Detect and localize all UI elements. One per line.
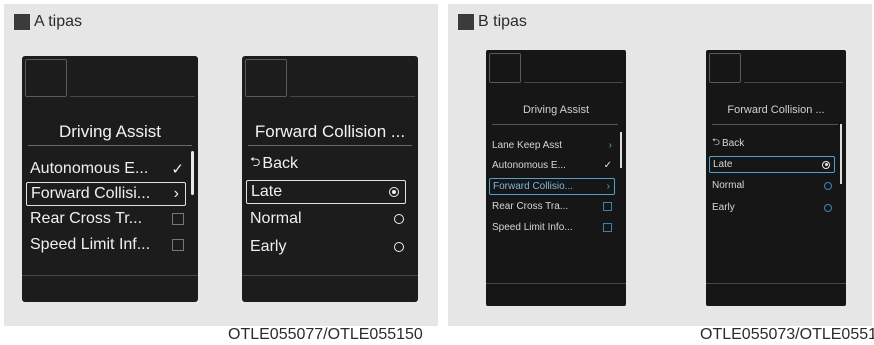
type-label-a: A tipas [14,11,82,33]
option-label: Normal [250,210,302,227]
menu-item-label: Rear Cross Tr... [30,210,143,227]
checkbox-unchecked-icon[interactable] [603,202,612,211]
menu-item-forward-collision[interactable]: Forward Collisio... › [489,178,615,195]
figure-code-b: OTLE055073/OTLE05515 [700,326,874,343]
option-early[interactable]: Early [250,236,404,258]
type-label-text: A tipas [34,13,83,30]
radio-unselected-icon[interactable] [824,181,832,190]
option-late[interactable]: Late [709,156,835,173]
screen-driving-assist-a: Driving Assist Autonomous E... ✓ Forward… [22,56,198,302]
checkbox-unchecked-icon[interactable] [603,223,612,232]
screen-forward-collision-b: Forward Collision ... ⮌ Back Late Normal… [706,50,846,306]
square-icon [458,14,474,30]
chevron-right-icon: › [608,140,612,151]
figure-code-a: OTLE055077/OTLE055150 [228,326,423,343]
type-label-text: B tipas [478,13,527,30]
radio-selected-icon[interactable] [822,160,830,169]
screen-forward-collision-a: Forward Collision ... ⮌ Back Late Normal… [242,56,418,302]
screen-title: Forward Collision ... [727,104,825,116]
option-normal[interactable]: Normal [250,208,404,230]
chevron-right-icon: › [606,181,610,192]
option-normal[interactable]: Normal [712,178,832,193]
menu-item-label: Forward Collisi... [31,185,151,202]
option-label: Early [712,202,735,213]
menu-item-label: Forward Collisio... [493,181,574,192]
radio-unselected-icon[interactable] [824,203,832,212]
menu-item-label: Speed Limit Info... [492,222,573,233]
back-button[interactable]: ⮌ Back [250,153,404,175]
option-label: Early [250,238,287,255]
radio-unselected-icon[interactable] [394,214,404,224]
option-label: Late [251,183,283,200]
screen-title: Driving Assist [58,122,162,141]
menu-item-lane-keep-assist[interactable]: Lane Keep Asst › [492,138,612,153]
divider [524,82,623,83]
divider [712,124,838,125]
divider [22,275,198,276]
menu-item-label: Autonomous E... [30,160,149,177]
menu-item-label: Lane Keep Asst [492,140,563,151]
option-late[interactable]: Late [246,180,406,204]
divider [706,283,846,284]
menu-item-label: Speed Limit Inf... [30,236,151,253]
type-label-b: B tipas [458,11,527,33]
divider [290,96,415,97]
status-box [245,59,287,97]
chevron-right-icon: › [173,185,179,202]
scrollbar[interactable] [191,151,194,195]
divider [70,96,195,97]
divider [242,275,418,276]
menu-item-speed-limit-info[interactable]: Speed Limit Info... [492,220,612,235]
option-early[interactable]: Early [712,200,832,215]
panel-type-b: B tipas Driving Assist Lane Keep Asst › … [448,4,872,326]
back-arrow-icon: ⮌ [712,137,721,148]
checkbox-unchecked-icon[interactable] [172,239,184,251]
menu-item-label: Rear Cross Tra... [492,201,569,212]
menu-item-rear-cross-traffic[interactable]: Rear Cross Tr... [30,208,184,230]
panel-type-a: A tipas Driving Assist Autonomous E... ✓… [4,4,438,326]
menu-item-autonomous-emergency[interactable]: Autonomous E... ✓ [30,158,184,180]
status-box [25,59,67,97]
back-button[interactable]: ⮌ Back [712,136,832,151]
screen-title: Driving Assist [522,104,590,116]
scrollbar[interactable] [840,124,842,184]
back-label: Back [722,138,745,149]
menu-item-label: Autonomous E... [492,160,566,171]
screen-driving-assist-b: Driving Assist Lane Keep Asst › Autonomo… [486,50,626,306]
divider [744,82,843,83]
menu-item-rear-cross-traffic[interactable]: Rear Cross Tra... [492,199,612,214]
option-label: Normal [712,180,745,191]
divider [28,145,192,146]
square-icon [14,14,30,30]
menu-item-autonomous-emergency[interactable]: Autonomous E... ✓ [492,158,612,173]
divider [492,124,618,125]
divider [486,283,626,284]
scrollbar[interactable] [620,132,622,168]
back-label: Back [262,155,298,172]
back-arrow-icon: ⮌ [250,154,261,169]
checkbox-unchecked-icon[interactable] [172,213,184,225]
radio-unselected-icon[interactable] [394,242,404,252]
divider [248,145,412,146]
menu-item-speed-limit-info[interactable]: Speed Limit Inf... [30,234,184,256]
radio-selected-icon[interactable] [389,187,399,197]
menu-item-forward-collision[interactable]: Forward Collisi... › [26,182,186,206]
option-label: Late [713,159,733,170]
checkbox-checked-icon[interactable]: ✓ [604,160,612,171]
checkbox-checked-icon[interactable]: ✓ [171,160,184,178]
status-box [709,53,741,83]
status-box [489,53,521,83]
screen-title: Forward Collision ... [254,122,406,141]
